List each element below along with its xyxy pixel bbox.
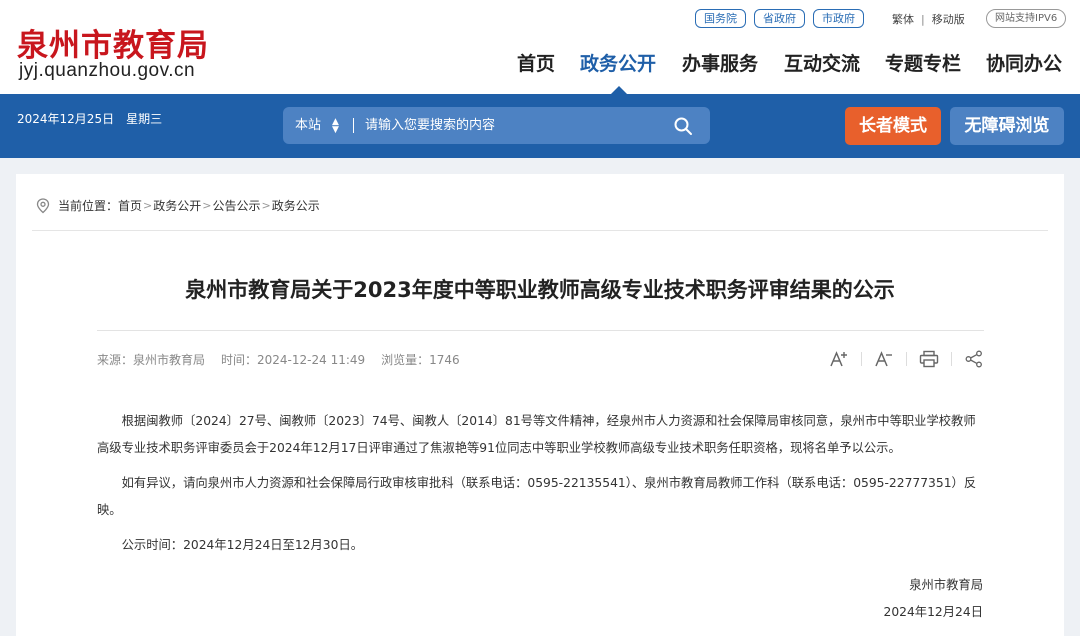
font-increase-icon[interactable] [828,348,850,370]
breadcrumb: 当前位置： 首页 > 政务公开 > 公告公示 > 政务公示 [36,197,320,214]
divider [97,330,984,331]
search-scope-select[interactable]: 本站 [295,107,321,144]
signature-org: 泉州市教育局 [909,578,983,592]
article-paragraph: 公示时间：2024年12月24日至12月30日。 [121,538,364,552]
traditional-chinese-link[interactable]: 繁体 [892,11,914,27]
location-pin-icon [36,197,50,213]
article-body: 根据闽教师〔2024〕27号、闽教师〔2023〕74号、闽教人〔2014〕81号… [97,408,985,567]
breadcrumb-announcements[interactable]: 公告公示 [212,197,260,214]
divider [353,118,354,133]
elder-mode-button[interactable]: 长者模式 [845,107,941,145]
article-time: 时间：2024-12-24 11:49 [221,353,366,367]
article-signature: 泉州市教育局 2024年12月24日 [884,572,983,626]
link-province[interactable]: 省政府 [754,9,805,28]
nav-gov-affairs[interactable]: 政务公开 [580,49,656,76]
search-box: 本站 ▲ ▼ [283,107,710,144]
breadcrumb-gov-affairs[interactable]: 政务公开 [153,197,201,214]
divider: | [921,12,925,26]
divider [951,352,952,366]
ipv6-badge: 网站支持IPV6 [986,9,1067,28]
nav-topics[interactable]: 专题专栏 [885,49,961,76]
signature-date: 2024年12月24日 [883,605,983,619]
article-card: 当前位置： 首页 > 政务公开 > 公告公示 > 政务公示 泉州市教育局关于20… [16,174,1064,636]
article-paragraph: 根据闽教师〔2024〕27号、闽教师〔2023〕74号、闽教人〔2014〕81号… [97,414,976,455]
top-utility-links: 繁体 | 移动版 [892,11,965,27]
print-icon[interactable] [918,348,940,370]
article-meta: 来源：泉州市教育局 时间：2024-12-24 11:49 浏览量：1746 [97,351,460,368]
divider [906,352,907,366]
breadcrumb-separator: > [261,199,271,212]
breadcrumb-gov-notice[interactable]: 政务公示 [272,197,320,214]
site-header: 泉州市教育局 jyj.quanzhou.gov.cn 国务院 省政府 市政府 繁… [0,0,1080,94]
current-date: 2024年12月25日 星期三 [17,110,162,127]
breadcrumb-home[interactable]: 首页 [118,197,142,214]
article-title: 泉州市教育局关于2023年度中等职业教师高级专业技术职务评审结果的公示 [185,278,895,302]
sort-arrows-icon[interactable]: ▲ ▼ [332,118,339,135]
font-decrease-icon[interactable] [873,348,895,370]
article-paragraph: 如有异议，请向泉州市人力资源和社会保障局行政审核审批科（联系电话：0595-22… [97,476,977,517]
article-views: 浏览量：1746 [381,353,460,367]
breadcrumb-prefix: 当前位置： [58,199,119,213]
accessible-browse-button[interactable]: 无障碍浏览 [950,107,1064,145]
search-input[interactable] [365,107,665,144]
article-tools [828,348,985,370]
breadcrumb-separator: > [143,199,153,212]
active-nav-indicator [611,86,627,94]
share-icon[interactable] [963,348,985,370]
nav-collab-office[interactable]: 协同办公 [986,49,1062,76]
divider [32,230,1048,231]
breadcrumb-separator: > [202,199,212,212]
article-source: 来源：泉州市教育局 [97,353,206,367]
nav-services[interactable]: 办事服务 [682,49,758,76]
nav-interaction[interactable]: 互动交流 [784,49,860,76]
divider [861,352,862,366]
date-text: 2024年12月25日 [17,112,115,126]
utility-bar: 2024年12月25日星期三 本站 ▲▼ 长者模式 无障碍浏览 [0,94,1080,158]
nav-home[interactable]: 首页 [517,49,555,76]
main-nav: 首页 政务公开 办事服务 互动交流 专题专栏 协同办公 [0,49,1080,79]
top-links: 国务院 省政府 市政府 [695,9,864,28]
weekday-text: 星期三 [126,112,163,126]
link-city[interactable]: 市政府 [813,9,864,28]
search-icon[interactable] [673,116,693,136]
mobile-version-link[interactable]: 移动版 [932,11,965,27]
link-state-council[interactable]: 国务院 [695,9,746,28]
